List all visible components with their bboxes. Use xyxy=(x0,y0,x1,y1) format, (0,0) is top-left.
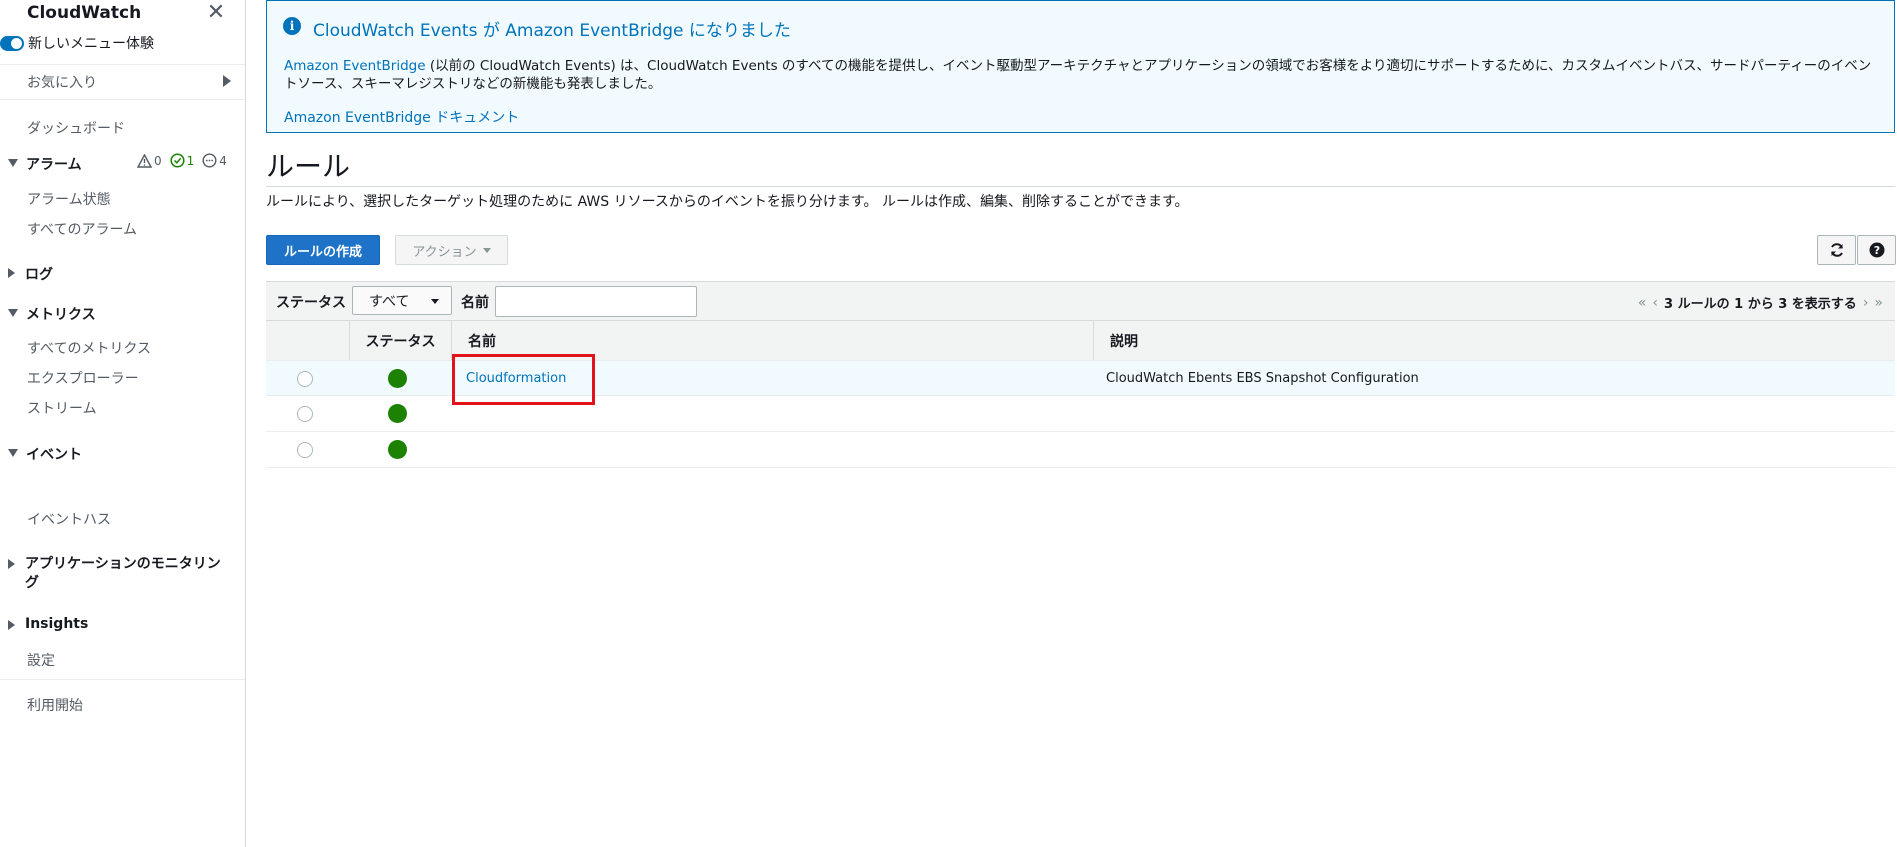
title-divider xyxy=(266,186,1895,187)
next-page-icon[interactable]: › xyxy=(1863,295,1869,311)
info-banner: i CloudWatch Events が Amazon EventBridge… xyxy=(266,0,1895,133)
sidebar-item-streams[interactable]: ストリーム xyxy=(27,398,97,418)
caret-right-icon xyxy=(8,559,15,569)
refresh-icon xyxy=(1830,243,1843,257)
rule-description: CloudWatch Ebents EBS Snapshot Configura… xyxy=(1106,371,1419,386)
row-radio[interactable] xyxy=(297,406,313,422)
more-circle-icon xyxy=(202,153,217,168)
sidebar-section-alarms[interactable]: アラーム xyxy=(8,154,82,174)
events-label: イベント xyxy=(26,447,82,463)
banner-body-text: (以前の CloudWatch Events) は、CloudWatch Eve… xyxy=(284,58,1872,92)
eventbridge-link[interactable]: Amazon EventBridge xyxy=(284,58,426,74)
refresh-button[interactable] xyxy=(1817,235,1856,265)
page-description: ルールにより、選択したターゲット処理のために AWS リソースからのイベントを振… xyxy=(266,194,1189,210)
status-filter-value: すべて xyxy=(369,293,410,310)
alarm-count-insufficient: 4 xyxy=(202,153,227,168)
toggle-switch[interactable] xyxy=(0,35,24,51)
row-radio[interactable] xyxy=(297,371,313,387)
actions-button[interactable]: アクション xyxy=(395,235,508,265)
highlight-box xyxy=(452,354,595,405)
app-monitoring-label: アプリケーションのモニタリング xyxy=(25,556,221,591)
alarm-count-in-alarm: 0 xyxy=(137,153,162,168)
favorites-label: お気に入り xyxy=(27,75,97,91)
filter-bar: ステータス すべて 名前 « ‹ 3 ルールの 1 から 3 を表示する › » xyxy=(266,281,1895,321)
caret-down-icon xyxy=(8,309,18,317)
alarm-count-ok: 1 xyxy=(170,153,194,168)
row-radio[interactable] xyxy=(297,442,313,458)
new-menu-toggle-row[interactable]: 新しいメニュー体験 xyxy=(0,33,154,53)
help-icon: ? xyxy=(1869,242,1884,258)
close-icon[interactable]: ✕ xyxy=(206,2,226,24)
status-enabled-icon xyxy=(388,440,407,459)
caret-down-icon xyxy=(482,247,491,253)
caret-down-icon xyxy=(431,299,439,304)
new-menu-label: 新しいメニュー体験 xyxy=(28,36,154,52)
caret-down-icon xyxy=(8,159,18,167)
sidebar-item-favorites[interactable]: お気に入り xyxy=(0,64,245,100)
alarms-label: アラーム xyxy=(26,157,82,173)
sidebar-item-all-metrics[interactable]: すべてのメトリクス xyxy=(27,338,151,358)
sidebar-item-explorer[interactable]: エクスプローラー xyxy=(27,368,139,388)
svg-text:?: ? xyxy=(1873,244,1879,257)
status-filter-label: ステータス xyxy=(276,295,346,311)
banner-title: CloudWatch Events が Amazon EventBridge に… xyxy=(313,21,791,41)
first-page-icon[interactable]: « xyxy=(1638,295,1647,311)
main-content: i CloudWatch Events が Amazon EventBridge… xyxy=(266,0,1897,847)
page-title: ルール xyxy=(266,150,351,183)
caret-right-icon xyxy=(8,268,15,278)
sidebar-section-logs[interactable]: ログ xyxy=(8,264,53,284)
caret-right-icon xyxy=(8,620,15,630)
sidebar-item-dashboard[interactable]: ダッシュボード xyxy=(27,118,125,138)
banner-body: Amazon EventBridge (以前の CloudWatch Event… xyxy=(284,57,1884,93)
pagination-text: 3 ルールの 1 から 3 を表示する xyxy=(1664,297,1857,312)
warning-icon xyxy=(137,153,152,168)
sidebar-item-settings[interactable]: 設定 xyxy=(27,650,55,670)
sidebar-title: CloudWatch xyxy=(27,3,142,23)
status-enabled-icon xyxy=(388,369,407,388)
metrics-label: メトリクス xyxy=(26,307,96,323)
prev-page-icon[interactable]: ‹ xyxy=(1652,295,1658,311)
status-filter-select[interactable]: すべて xyxy=(352,286,452,315)
sidebar-section-app-monitoring[interactable]: アプリケーションのモニタリング xyxy=(8,555,233,593)
insights-label: Insights xyxy=(25,616,89,632)
status-enabled-icon xyxy=(388,404,407,423)
chevron-right-icon xyxy=(223,75,231,87)
logs-label: ログ xyxy=(25,267,53,283)
sidebar-divider xyxy=(0,679,245,680)
check-circle-icon xyxy=(170,153,185,168)
sidebar-item-all-alarms[interactable]: すべてのアラーム xyxy=(27,219,137,239)
sidebar-item-alarm-state[interactable]: アラーム状態 xyxy=(27,189,111,209)
help-button[interactable]: ? xyxy=(1857,235,1896,265)
info-icon: i xyxy=(283,17,301,35)
sidebar: CloudWatch ✕ 新しいメニュー体験 お気に入り ダッシュボード アラー… xyxy=(0,0,246,847)
create-rule-button[interactable]: ルールの作成 xyxy=(266,235,380,265)
actions-label: アクション xyxy=(412,244,477,260)
eventbridge-docs-link[interactable]: Amazon EventBridge ドキュメント xyxy=(284,107,519,127)
sidebar-item-getting-started[interactable]: 利用開始 xyxy=(27,695,83,715)
name-filter-label: 名前 xyxy=(461,295,489,311)
sidebar-section-insights[interactable]: Insights xyxy=(8,616,88,632)
sidebar-section-events[interactable]: イベント xyxy=(8,444,82,464)
caret-down-icon xyxy=(8,449,18,457)
column-status[interactable]: ステータス xyxy=(349,321,451,360)
column-description[interactable]: 説明 xyxy=(1093,321,1895,360)
alarm-counts: 0 1 4 xyxy=(137,153,227,168)
table-row[interactable] xyxy=(266,432,1895,468)
name-filter-input[interactable] xyxy=(495,286,697,317)
last-page-icon[interactable]: » xyxy=(1874,295,1883,311)
pagination: « ‹ 3 ルールの 1 から 3 を表示する › » xyxy=(1638,293,1883,313)
sidebar-item-event-bus[interactable]: イベントハス xyxy=(27,509,111,529)
sidebar-section-metrics[interactable]: メトリクス xyxy=(8,304,96,324)
column-select xyxy=(266,321,349,360)
